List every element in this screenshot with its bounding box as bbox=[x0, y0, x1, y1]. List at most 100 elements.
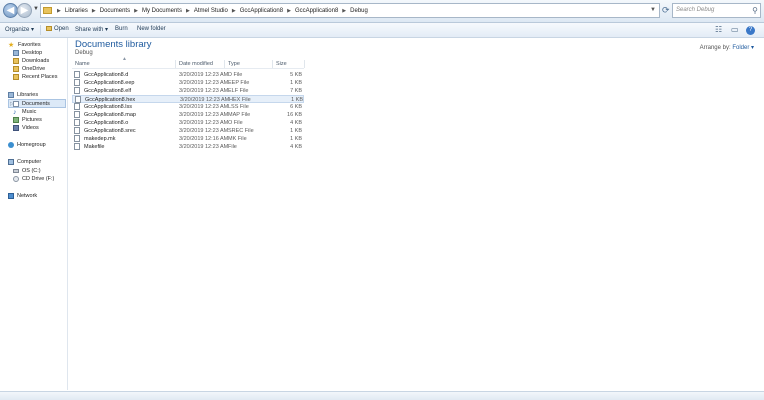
chevron-right-icon[interactable]: ▶ bbox=[230, 8, 238, 14]
file-row[interactable]: GccApplication8.lss 3/20/2019 12:23 AM L… bbox=[72, 103, 304, 111]
file-date: 3/20/2019 12:23 AM bbox=[179, 80, 229, 86]
chevron-right-icon[interactable]: ▶ bbox=[55, 8, 63, 14]
file-row[interactable]: GccApplication8.srec 3/20/2019 12:23 AM … bbox=[72, 127, 304, 135]
sort-arrow-icon: ▲ bbox=[122, 56, 127, 62]
file-row-selected[interactable]: GccApplication8.hex 3/20/2019 12:23 AM H… bbox=[72, 95, 304, 103]
file-type: SREC File bbox=[228, 128, 254, 134]
column-header-type[interactable]: Type bbox=[228, 61, 240, 67]
refresh-icon[interactable]: ⟳ bbox=[662, 4, 670, 16]
nav-computer[interactable]: Computer bbox=[8, 158, 41, 166]
burn-button[interactable]: Burn bbox=[115, 26, 128, 32]
help-icon[interactable]: ? bbox=[746, 26, 755, 35]
chevron-right-icon[interactable]: ▶ bbox=[132, 8, 140, 14]
file-row[interactable]: GccApplication8.d 3/20/2019 12:23 AM D F… bbox=[72, 71, 304, 79]
homegroup-icon bbox=[8, 142, 14, 148]
music-icon: ♪ bbox=[13, 109, 17, 116]
file-row[interactable]: Makefile 3/20/2019 12:23 AM File 4 KB bbox=[72, 143, 304, 151]
nav-label: Downloads bbox=[22, 58, 50, 64]
nav-cd-drive[interactable]: CD Drive (F:) bbox=[13, 175, 54, 183]
arrange-by: Arrange by: Folder ▾ bbox=[700, 44, 754, 51]
search-placeholder: Search Debug bbox=[676, 7, 715, 13]
nav-favorites[interactable]: ★ Favorites bbox=[8, 41, 41, 49]
nav-label: OS (C:) bbox=[22, 168, 41, 174]
breadcrumb-item[interactable]: My Documents bbox=[140, 8, 184, 14]
chevron-right-icon[interactable]: ▶ bbox=[340, 8, 348, 14]
nav-documents[interactable]: Documents bbox=[13, 100, 50, 108]
column-divider[interactable] bbox=[272, 60, 273, 68]
file-date: 3/20/2019 12:23 AM bbox=[179, 88, 229, 94]
open-button[interactable]: Open bbox=[46, 26, 69, 32]
nav-os-c[interactable]: OS (C:) bbox=[13, 167, 41, 175]
breadcrumb[interactable]: ▶ Libraries ▶ Documents ▶ My Documents ▶… bbox=[40, 3, 660, 18]
breadcrumb-item[interactable]: Libraries bbox=[63, 8, 90, 14]
file-type: EEP File bbox=[228, 80, 250, 86]
chevron-right-icon[interactable]: ▶ bbox=[285, 8, 293, 14]
search-input[interactable]: Search Debug ⚲ bbox=[672, 3, 761, 18]
pictures-icon bbox=[13, 117, 19, 123]
breadcrumb-item[interactable]: GccApplication8 bbox=[238, 8, 285, 14]
column-header-date[interactable]: Date modified bbox=[179, 61, 213, 67]
desktop-icon bbox=[13, 50, 19, 56]
file-date: 3/20/2019 12:23 AM bbox=[179, 112, 229, 118]
organize-button[interactable]: Organize ▾ bbox=[5, 26, 34, 33]
onedrive-icon bbox=[13, 66, 19, 72]
file-size: 16 KB bbox=[287, 112, 302, 118]
breadcrumb-item[interactable]: Atmel Studio bbox=[192, 8, 230, 14]
file-icon bbox=[74, 127, 80, 134]
chevron-right-icon[interactable]: ▶ bbox=[184, 8, 192, 14]
column-divider[interactable] bbox=[224, 60, 225, 68]
file-row[interactable]: GccApplication8.o 3/20/2019 12:23 AM O F… bbox=[72, 119, 304, 127]
file-size: 1 KB bbox=[290, 80, 302, 86]
file-name: GccApplication8.o bbox=[84, 120, 129, 126]
nav-music[interactable]: ♪ Music bbox=[13, 108, 36, 116]
hard-drive-icon bbox=[13, 169, 19, 173]
address-bar: ◀ ▶ ▼ ▶ Libraries ▶ Documents ▶ My Docum… bbox=[0, 0, 764, 23]
address-dropdown-icon[interactable]: ▼ bbox=[650, 7, 656, 13]
file-type: MK File bbox=[228, 136, 247, 142]
share-with-button[interactable]: Share with ▾ bbox=[75, 26, 108, 33]
nav-label: Recent Places bbox=[22, 74, 58, 80]
file-size: 4 KB bbox=[290, 144, 302, 150]
column-header-name[interactable]: Name bbox=[75, 61, 90, 67]
forward-button[interactable]: ▶ bbox=[17, 3, 32, 18]
preview-pane-icon[interactable]: ▭ bbox=[731, 25, 739, 34]
nav-label: Music bbox=[22, 109, 37, 115]
nav-network[interactable]: Network bbox=[8, 192, 37, 200]
column-divider[interactable] bbox=[175, 60, 176, 68]
search-icon[interactable]: ⚲ bbox=[752, 4, 758, 17]
nav-libraries[interactable]: Libraries bbox=[8, 91, 38, 99]
file-icon bbox=[74, 143, 80, 150]
change-view-icon[interactable]: ☷ bbox=[715, 25, 722, 34]
chevron-right-icon[interactable]: ▶ bbox=[90, 8, 98, 14]
file-row[interactable]: GccApplication8.eep 3/20/2019 12:23 AM E… bbox=[72, 79, 304, 87]
file-row[interactable]: GccApplication8.map 3/20/2019 12:23 AM M… bbox=[72, 111, 304, 119]
new-folder-button[interactable]: New folder bbox=[137, 26, 166, 32]
file-row[interactable]: GccApplication8.elf 3/20/2019 12:23 AM E… bbox=[72, 87, 304, 95]
nav-label: Computer bbox=[17, 159, 42, 165]
nav-onedrive[interactable]: OneDrive bbox=[13, 65, 45, 73]
file-icon bbox=[74, 119, 80, 126]
back-button[interactable]: ◀ bbox=[3, 3, 18, 18]
breadcrumb-item[interactable]: Documents bbox=[98, 8, 132, 14]
nav-videos[interactable]: Videos bbox=[13, 124, 39, 132]
file-name: Makefile bbox=[84, 144, 105, 150]
file-name: GccApplication8.srec bbox=[84, 128, 136, 134]
nav-pictures[interactable]: Pictures bbox=[13, 116, 42, 124]
column-divider[interactable] bbox=[304, 60, 305, 68]
recent-pages-dropdown[interactable]: ▼ bbox=[33, 6, 39, 12]
file-icon bbox=[74, 87, 80, 94]
nav-downloads[interactable]: Downloads bbox=[13, 57, 49, 65]
column-header-size[interactable]: Size bbox=[276, 61, 287, 67]
breadcrumb-item[interactable]: GccApplication8 bbox=[293, 8, 340, 14]
file-date: 3/20/2019 12:16 AM bbox=[179, 136, 229, 142]
file-type: O File bbox=[228, 120, 243, 126]
file-row[interactable]: makedep.mk 3/20/2019 12:16 AM MK File 1 … bbox=[72, 135, 304, 143]
nav-recent-places[interactable]: Recent Places bbox=[13, 73, 57, 81]
file-name: GccApplication8.elf bbox=[84, 88, 132, 94]
file-type: LSS File bbox=[228, 104, 249, 110]
nav-desktop[interactable]: Desktop bbox=[13, 49, 42, 57]
breadcrumb-item[interactable]: Debug bbox=[348, 8, 370, 14]
nav-homegroup[interactable]: Homegroup bbox=[8, 141, 46, 149]
arrange-by-dropdown[interactable]: Folder ▾ bbox=[732, 45, 754, 51]
navigation-pane: ★ Favorites Desktop Downloads OneDrive R… bbox=[0, 38, 68, 390]
